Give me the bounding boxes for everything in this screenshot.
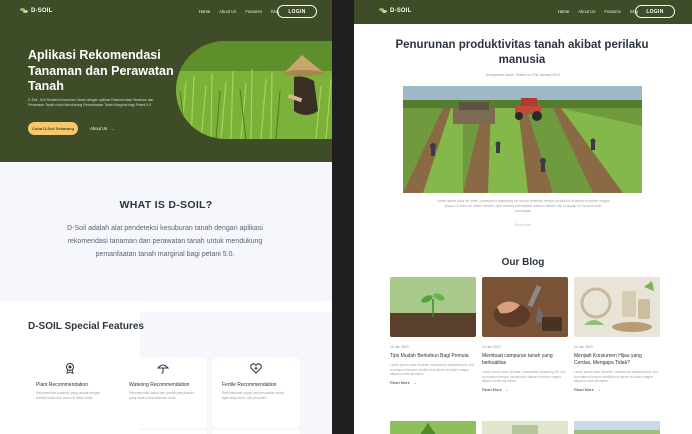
hero-description: D-Soil : Soil Related Kesuburan Tanah de… [28,98,154,107]
login-button[interactable]: LOGIN [277,5,317,18]
feature-card-next [119,430,207,434]
feature-card-watering[interactable]: Watering Recommendation Rekomendasi wakt… [119,358,207,428]
nav-home[interactable]: Home [558,9,569,14]
feature-card-title: Plant Recommendation [36,382,88,388]
blog-image-next-sky [574,421,660,434]
leaf-icon [379,7,387,15]
medal-icon [66,363,74,374]
hero-section: D-SOIL Home About Us Features Blog LOGIN… [0,0,332,162]
post-date: 20 Jan 2023 [482,345,501,349]
feature-card-next [26,430,114,434]
hero-image-farmer [176,41,332,139]
feature-card-next [212,430,300,434]
logo[interactable]: D-SOIL [20,7,53,15]
article-image-tractor [403,86,642,193]
blog-title: Our Blog [501,257,545,268]
feature-card-desc: Rekomendasi tanaman yang sesuai dengan k… [36,391,101,400]
post-title[interactable]: Tips Mudah Berkebun Bagi Pemula [390,353,476,360]
nav-about[interactable]: About Us [219,9,236,14]
post-excerpt: Lorem ipsum dolor sit amet, consectetur … [390,363,474,377]
features-title: D-SOIL Special Features [28,321,144,332]
post-date: 15 Jan 2023 [390,345,409,349]
read-more-label: Read More [482,386,502,392]
blog-post-card[interactable]: 20 Jan 2023 Membuat campuran tanah yang … [482,277,568,392]
hero-title: Aplikasi Rekomendasi Tanaman dan Perawat… [28,48,174,93]
blog-image-soil-mix [482,277,568,337]
nav-links: Home About Us Features Blog [199,9,279,14]
nav-home[interactable]: Home [199,9,210,14]
blog-post-card[interactable]: 24 Jan 2023 Menjadi Konsumen Hijau yang … [574,277,660,392]
feature-card-plant[interactable]: Plant Recommendation Rekomendasi tanaman… [26,358,114,428]
feature-card-fertile[interactable]: Fertile Recommendation Rekomendasi pupuk… [212,358,300,428]
arrow-right-icon: → [412,379,417,385]
about-link-label: About Us [90,126,108,131]
landing-page: D-SOIL Home About Us Features Blog LOGIN… [0,0,332,434]
arrow-right-icon: → [110,126,115,131]
feature-card-desc: Rekomendasi pupuk dan perawatan tanah ag… [222,391,284,400]
navbar: D-SOIL Home About Us Features Blog LOGIN [0,0,332,24]
feature-card-desc: Rekomendasi waktu dan jumlah penyiraman … [129,391,194,400]
leaf-icon [20,7,28,15]
blog-image-seedling [390,277,476,337]
what-text: D-Soil adalah alat pendeteksi kesuburan … [67,225,263,258]
blog-image-eco-products [574,277,660,337]
read-more-label: Read More [390,379,410,385]
arrow-right-icon: → [504,386,509,392]
cta-button[interactable]: Coba D-Soil Sekarang [28,122,78,135]
arrow-right-icon: → [596,386,601,392]
umbrella-icon [157,364,169,374]
read-more-link[interactable]: Read More → [482,387,568,392]
post-date: 24 Jan 2023 [574,345,593,349]
logo-text: D-SOIL [390,8,412,14]
article-title: Penurunan produktivitas tanah akibat per… [395,39,649,66]
nav-links: Home About Us Features Blog [558,9,638,14]
nav-about[interactable]: About Us [578,9,595,14]
heart-plus-icon [250,363,262,374]
nav-features[interactable]: Features [604,9,621,14]
login-button[interactable]: LOGIN [635,5,675,18]
read-more-link[interactable]: Read More → [390,380,476,385]
post-excerpt: Lorem ipsum dolor sit amet, consectetur … [574,370,658,384]
logo-text: D-SOIL [31,8,53,14]
read-more-link[interactable]: Read More → [574,387,660,392]
feature-card-title: Watering Recommendation [129,382,190,388]
blog-page: D-SOIL Home About Us Features Blog LOGIN… [354,0,692,434]
blog-post-card[interactable]: 15 Jan 2023 Tips Mudah Berkebun Bagi Pem… [390,277,476,385]
design-canvas: D-SOIL Home About Us Features Blog LOGIN… [0,0,692,434]
read-more-label: Read More [574,386,594,392]
blog-image-next-pale [482,421,568,434]
feature-card-title: Fertile Recommendation [222,382,277,388]
nav-features[interactable]: Features [245,9,262,14]
blog-image-next-green [390,421,476,434]
navbar: D-SOIL Home About Us Features Blog LOGIN [354,0,692,24]
article-read-more[interactable]: Read more [354,223,692,227]
post-excerpt: Lorem ipsum dolor sit amet, consectetur … [482,370,566,384]
logo[interactable]: D-SOIL [379,7,412,15]
post-title[interactable]: Membuat campuran tanah yang berkualitas [482,353,568,367]
post-title[interactable]: Menjadi Konsumen Hijau yang Cerdas, Meng… [574,353,660,367]
article-meta: Anonymous Users, Posted on 27th January … [486,73,560,77]
article-body: Lorem ipsum dolor sit amet, consectetur … [436,199,610,213]
about-link[interactable]: About Us → [90,126,114,131]
what-title: WHAT IS D-SOIL? [119,199,213,211]
what-is-section: WHAT IS D-SOIL? D-Soil adalah alat pende… [0,162,332,302]
